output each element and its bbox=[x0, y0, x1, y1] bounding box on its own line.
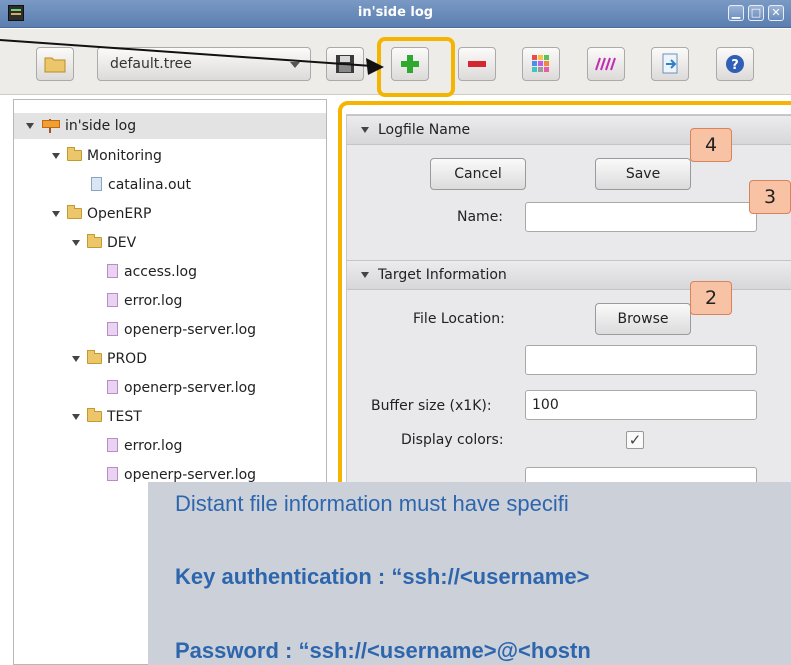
tree-item[interactable]: error.log bbox=[107, 433, 182, 459]
tree-item[interactable]: OpenERP bbox=[52, 201, 151, 227]
tree-item[interactable]: DEV bbox=[72, 230, 136, 256]
folder-icon bbox=[67, 205, 82, 219]
tree-item-label: openerp-server.log bbox=[124, 322, 257, 338]
help-button[interactable]: ? bbox=[716, 47, 754, 81]
help-icon: ? bbox=[726, 55, 744, 73]
folder-icon bbox=[67, 147, 82, 161]
color-grid-icon bbox=[532, 55, 549, 72]
colors-button[interactable] bbox=[522, 47, 560, 81]
badge-2: 2 bbox=[690, 281, 732, 315]
close-icon[interactable]: ✕ bbox=[768, 5, 784, 21]
expand-triangle-icon bbox=[52, 211, 60, 217]
tree-item-label: Monitoring bbox=[87, 148, 162, 164]
tree-item-label: DEV bbox=[107, 235, 137, 251]
log-file-icon bbox=[107, 264, 118, 278]
expand-triangle-icon bbox=[52, 153, 60, 159]
file-icon bbox=[91, 177, 102, 191]
tree-item[interactable]: error.log bbox=[107, 288, 182, 314]
tree-file-value: default.tree bbox=[110, 56, 192, 72]
save-button[interactable] bbox=[326, 47, 364, 81]
expand-triangle-icon bbox=[72, 414, 80, 420]
minus-icon bbox=[468, 61, 486, 67]
add-button-highlight bbox=[377, 37, 455, 97]
tree-item[interactable]: PROD bbox=[72, 346, 147, 372]
callout-line-1: Distant file information must have speci… bbox=[175, 491, 569, 516]
tree-item-label: error.log bbox=[124, 438, 183, 454]
tree-item-label: catalina.out bbox=[108, 177, 191, 193]
log-file-icon bbox=[107, 322, 118, 336]
tree-item[interactable]: openerp-server.log bbox=[107, 375, 256, 401]
open-folder-button[interactable] bbox=[36, 47, 74, 81]
tree-item[interactable]: Monitoring bbox=[52, 143, 162, 169]
tree-item[interactable]: TEST bbox=[72, 404, 142, 430]
tree-item-label: openerp-server.log bbox=[124, 380, 257, 396]
title-bar: in'side log ▁ □ ✕ bbox=[0, 0, 791, 28]
floppy-icon bbox=[336, 55, 354, 73]
document-export-icon bbox=[662, 53, 678, 74]
tree-item-label: openerp-server.log bbox=[124, 467, 257, 483]
tree-file-select[interactable]: default.tree bbox=[97, 47, 311, 81]
tree-item[interactable]: openerp-server.log bbox=[107, 317, 256, 343]
expand-triangle-icon bbox=[72, 356, 80, 362]
tree-item[interactable]: catalina.out bbox=[91, 172, 191, 198]
window-title: in'side log bbox=[357, 5, 434, 20]
folder-icon bbox=[87, 408, 102, 422]
log-file-icon bbox=[107, 293, 118, 307]
folder-icon bbox=[87, 234, 102, 248]
log-file-icon bbox=[107, 438, 118, 452]
expand-triangle-icon bbox=[26, 123, 34, 129]
tree-item-label: error.log bbox=[124, 293, 183, 309]
folder-icon bbox=[44, 57, 66, 73]
tree-item-label: access.log bbox=[124, 264, 197, 280]
chevron-down-icon bbox=[290, 62, 300, 68]
maximize-icon[interactable]: □ bbox=[748, 5, 764, 21]
tree-root-label: in'side log bbox=[65, 118, 137, 134]
callout-line-3: Password : “ssh://<username>@<hostn bbox=[175, 638, 591, 663]
log-file-icon bbox=[107, 380, 118, 394]
tree-item-label: TEST bbox=[107, 409, 142, 425]
remove-button[interactable] bbox=[458, 47, 496, 81]
log-file-icon bbox=[107, 467, 118, 481]
callout-line-2: Key authentication : “ssh://<username> bbox=[175, 564, 590, 589]
badge-3: 3 bbox=[749, 180, 791, 214]
signpost-icon bbox=[41, 117, 60, 133]
tree-item[interactable]: access.log bbox=[107, 259, 197, 285]
export-button[interactable] bbox=[651, 47, 689, 81]
expand-triangle-icon bbox=[72, 240, 80, 246]
tree-item-label: PROD bbox=[107, 351, 147, 367]
minimize-icon[interactable]: ▁ bbox=[728, 5, 744, 21]
stripes-icon bbox=[595, 57, 616, 71]
folder-icon bbox=[87, 350, 102, 364]
tree-item-label: OpenERP bbox=[87, 206, 152, 222]
tree-root[interactable]: in'side log bbox=[14, 113, 326, 139]
badge-4: 4 bbox=[690, 128, 732, 162]
pattern-button[interactable] bbox=[587, 47, 625, 81]
svg-text:?: ? bbox=[731, 58, 739, 73]
